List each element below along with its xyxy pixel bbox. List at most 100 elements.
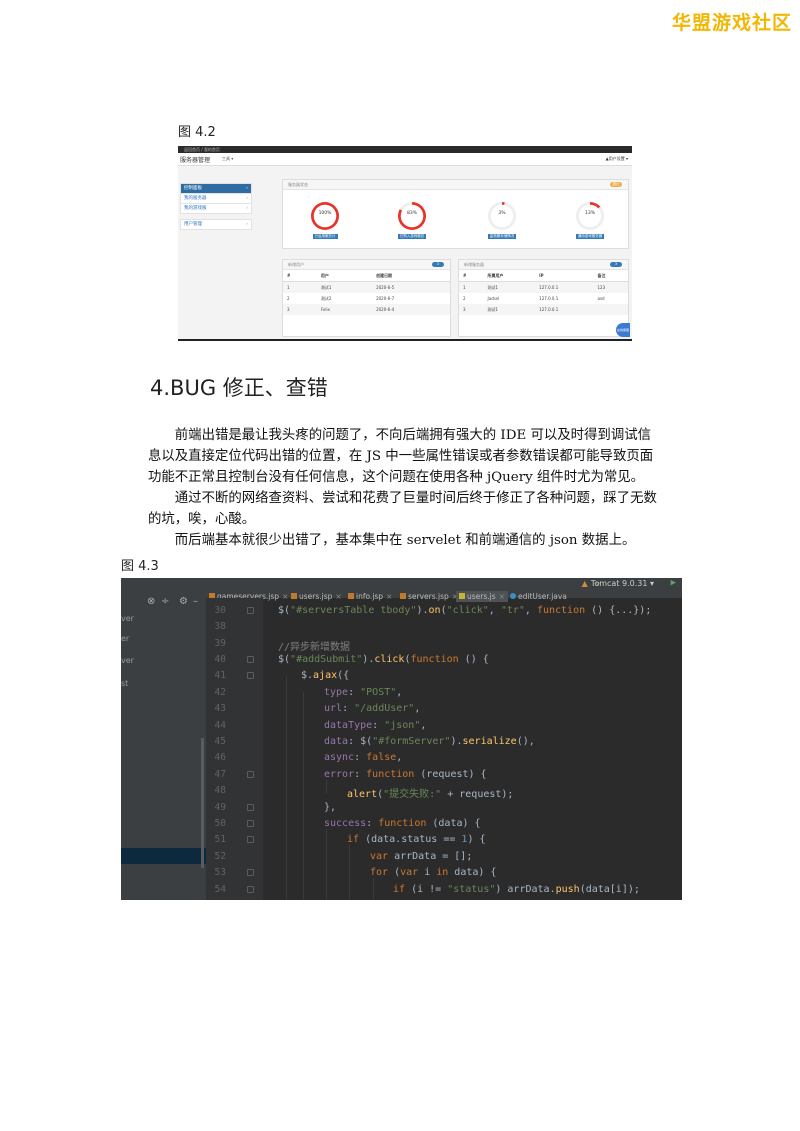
table-cell: 2020-6-7 bbox=[376, 296, 395, 301]
tab-label: servers.jsp bbox=[408, 592, 449, 601]
table-row[interactable]: 3 Felix 2020-6-4 bbox=[283, 304, 450, 315]
fold-marker-icon[interactable] bbox=[247, 672, 254, 679]
fold-marker-icon[interactable] bbox=[247, 836, 254, 843]
tab-label: users.js bbox=[467, 592, 496, 601]
online-support-button[interactable]: 在线客服 bbox=[616, 323, 630, 337]
code-line[interactable]: data: $("#formServer").serialize(), bbox=[324, 736, 535, 747]
code-line[interactable]: error: function (request) { bbox=[324, 769, 487, 780]
table-row[interactable]: 2 Jackel 127.0.0.1 asd bbox=[459, 293, 628, 304]
table-cell bbox=[593, 304, 628, 315]
code-line[interactable]: if (data.status == 1) { bbox=[347, 834, 486, 845]
line-number: 38 bbox=[214, 621, 226, 632]
table-header: 用户 bbox=[316, 270, 373, 282]
table-cell: 测试1 bbox=[483, 304, 536, 315]
collapse-icon[interactable]: ÷ bbox=[161, 596, 169, 607]
table-row[interactable]: 1 测试1 2020-6-5 bbox=[283, 281, 450, 293]
line-number: 40 bbox=[214, 654, 226, 665]
table-cell: 3 bbox=[283, 304, 317, 315]
tab-info-jsp[interactable]: info.jsp × bbox=[348, 592, 392, 601]
chevron-right-icon: › bbox=[246, 206, 248, 211]
table-cell: 1 bbox=[459, 281, 484, 293]
code-line[interactable]: //异步新增数据 bbox=[278, 638, 350, 653]
table-header: # bbox=[459, 270, 484, 282]
admin-dashboard-screenshot: 返回首页 / 我的首页 服务器管理 工具 ▾ ▲用户设置 ▾ 控制面板 › 我的服… bbox=[178, 146, 632, 341]
fold-marker-icon[interactable] bbox=[247, 607, 254, 614]
gauge: 3% 监测服存储情况 bbox=[487, 202, 517, 239]
table-header: 备注 bbox=[593, 270, 628, 282]
table-row[interactable]: 1 测试1 127.0.0.1 123 bbox=[459, 281, 628, 293]
fold-marker-icon[interactable] bbox=[247, 771, 254, 778]
line-number: 53 bbox=[214, 867, 226, 878]
run-config-select[interactable]: ▲ Tomcat 9.0.31 ▾ bbox=[582, 579, 654, 588]
fold-marker-icon[interactable] bbox=[247, 656, 254, 663]
tab-servers-jsp[interactable]: servers.jsp × bbox=[400, 592, 458, 601]
table-cell: 123 bbox=[593, 281, 628, 293]
tab-users-js[interactable]: users.js × bbox=[456, 591, 508, 602]
table-header: 所属用户 bbox=[483, 270, 536, 282]
users-table: # 用户 创建日期 1 测试1 2020-6-5 2 测试2 2020-6-7 3 Felix… bbox=[283, 270, 450, 315]
code-line[interactable]: $("#serversTable tbody").on("click", "tr… bbox=[278, 605, 651, 616]
sidebar-item-label: 用户管理 bbox=[184, 222, 202, 227]
tab-users-jsp[interactable]: users.jsp × bbox=[291, 592, 342, 601]
servers-table: # 所属用户 IP 备注 1 测试1 127.0.0.1 123 2 Jackel 127.0.… bbox=[459, 270, 628, 315]
code-line[interactable]: url: "/addUser", bbox=[324, 703, 420, 714]
line-number: 43 bbox=[214, 703, 226, 714]
tree-item[interactable]: er bbox=[121, 634, 129, 643]
figure-4-3-caption: 图 4.3 bbox=[121, 559, 159, 574]
code-line[interactable]: for (var i in data) { bbox=[370, 867, 496, 878]
close-icon[interactable]: × bbox=[386, 592, 392, 601]
table-row[interactable]: 2 测试2 2020-6-7 bbox=[283, 293, 450, 304]
topbar: 返回首页 / 我的首页 bbox=[178, 146, 632, 153]
line-number: 44 bbox=[214, 720, 226, 731]
code-line[interactable]: success: function (data) { bbox=[324, 818, 481, 829]
gear-icon[interactable]: ⚙ bbox=[179, 596, 188, 607]
code-line[interactable]: type: "POST", bbox=[324, 687, 402, 698]
gauge-ring: 83% bbox=[398, 202, 426, 230]
code-line[interactable]: async: false, bbox=[324, 752, 402, 763]
fold-marker-icon[interactable] bbox=[247, 804, 254, 811]
fold-marker-icon[interactable] bbox=[247, 820, 254, 827]
sidebar-item-my-game-servers[interactable]: 我的游戏服 › bbox=[180, 203, 252, 214]
close-icon[interactable]: × bbox=[335, 592, 341, 601]
tab-edituser-java[interactable]: editUser.java bbox=[510, 592, 567, 601]
tree-item[interactable]: st bbox=[121, 679, 128, 688]
gauge: 100% 已运用服总计 bbox=[310, 202, 340, 239]
code-line[interactable]: }, bbox=[324, 802, 336, 813]
hide-icon[interactable]: – bbox=[193, 596, 198, 607]
code-line[interactable]: if (i != "status") arrData.push(data[i])… bbox=[393, 884, 640, 895]
tree-item[interactable]: ver bbox=[121, 614, 134, 623]
code-line[interactable]: dataType: "json", bbox=[324, 720, 426, 731]
gauge: 83% 已购入游戏服总 bbox=[397, 202, 427, 239]
tool-menu[interactable]: 工具 ▾ bbox=[222, 156, 233, 162]
sidebar-item-user-management[interactable]: 用户管理 › bbox=[180, 219, 252, 230]
gauge-label: 已购入游戏服总 bbox=[397, 234, 427, 239]
code-line[interactable]: var arrData = []; bbox=[370, 851, 472, 862]
fold-marker-icon[interactable] bbox=[247, 886, 254, 893]
tree-item[interactable]: ver bbox=[121, 656, 134, 665]
code-line[interactable]: $.ajax({ bbox=[301, 670, 349, 681]
java-class-icon bbox=[510, 593, 516, 599]
table-cell: 127.0.0.1 bbox=[535, 281, 594, 293]
code-line[interactable]: $("#addSubmit").click(function () { bbox=[278, 654, 489, 665]
count-badge: 3 bbox=[610, 262, 622, 267]
table-cell: 127.0.0.1 bbox=[535, 304, 594, 315]
ide-screenshot: ⚒ ▲ Tomcat 9.0.31 ▾ ▶ gameservers.jsp × us… bbox=[121, 578, 682, 900]
close-icon[interactable]: × bbox=[282, 592, 288, 601]
table-row[interactable]: 3 测试1 127.0.0.1 bbox=[459, 304, 628, 315]
run-icon[interactable]: ▶ bbox=[671, 578, 676, 588]
line-number: 47 bbox=[214, 769, 226, 780]
tab-label: users.jsp bbox=[299, 592, 333, 601]
line-number: 49 bbox=[214, 802, 226, 813]
chevron-right-icon: › bbox=[246, 186, 248, 191]
table-cell: asd bbox=[597, 296, 605, 301]
fold-marker-icon[interactable] bbox=[247, 869, 254, 876]
selected-tree-row[interactable] bbox=[121, 848, 206, 864]
sidebar-item-label: 我的游戏服 bbox=[184, 206, 207, 211]
table-cell: 2020-6-4 bbox=[372, 304, 450, 315]
target-icon[interactable]: ⊗ bbox=[147, 596, 155, 607]
user-menu[interactable]: ▲用户设置 ▾ bbox=[606, 156, 628, 162]
tab-label: editUser.java bbox=[518, 592, 567, 601]
close-icon[interactable]: × bbox=[499, 592, 505, 601]
code-line[interactable]: alert("提交失败:" + request); bbox=[347, 785, 513, 800]
scrollbar[interactable] bbox=[201, 738, 204, 868]
